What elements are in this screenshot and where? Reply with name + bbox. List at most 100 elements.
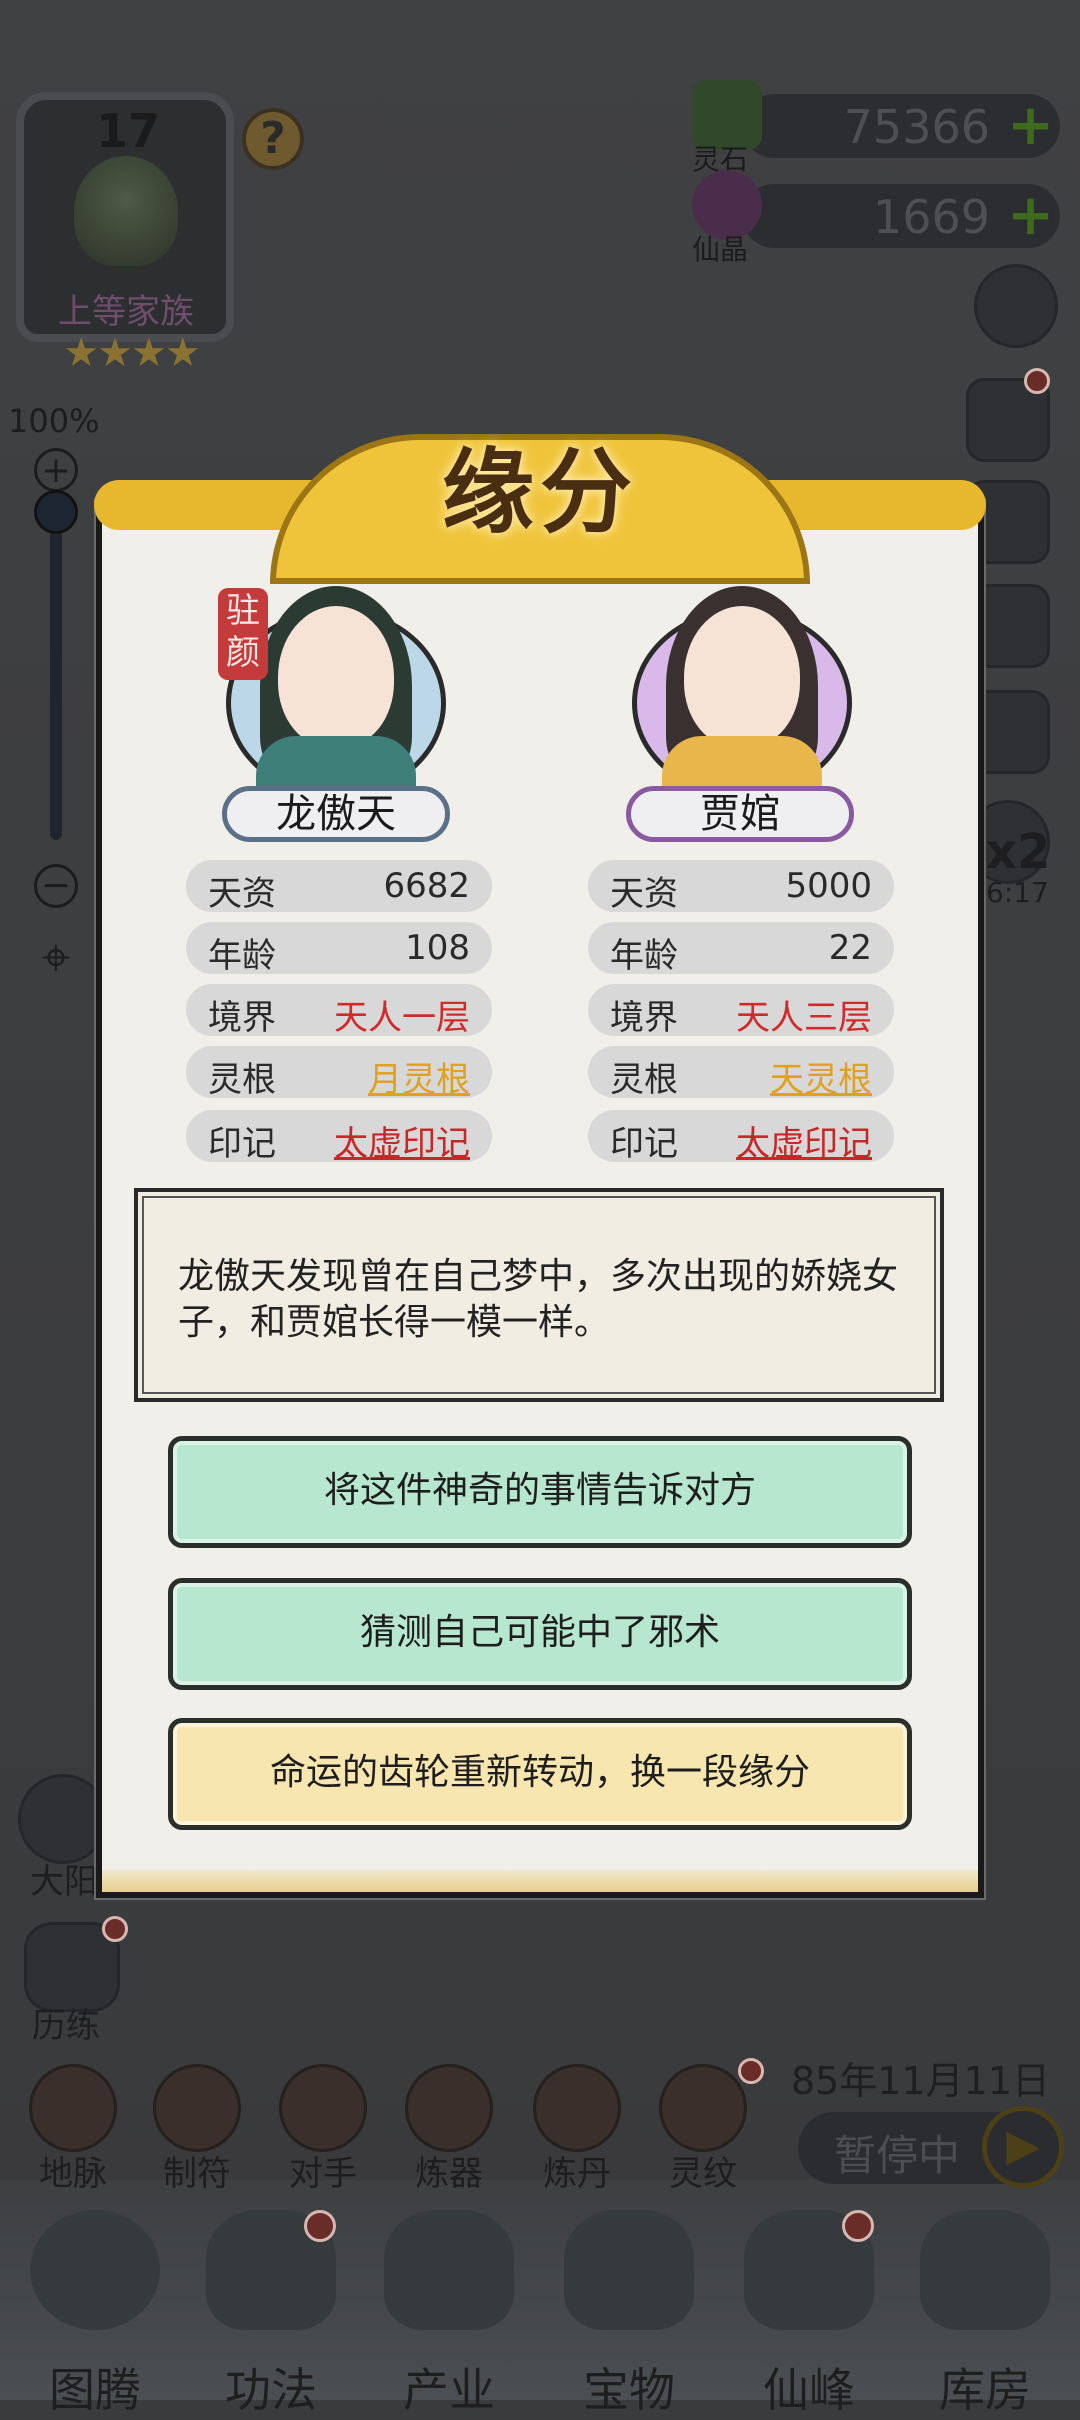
stat-value: 5000	[785, 866, 872, 906]
stat-label: 印记	[610, 1124, 678, 1164]
tab-label: 库房	[939, 2363, 1031, 2417]
pause-status: 暂停中	[834, 2131, 961, 2180]
spirit-stone-counter: 灵石 75366 +	[692, 80, 1060, 176]
stat-value: 22	[828, 928, 872, 968]
stat-age: 年龄 22	[588, 922, 894, 976]
stat-spirit-root: 灵根 月灵根	[186, 1046, 492, 1101]
alchemy-button[interactable]: 炼丹	[530, 2064, 624, 2195]
treasure-bag-icon	[920, 2210, 1050, 2330]
taiji-icon[interactable]	[18, 1774, 108, 1864]
stat-label: 灵根	[208, 1060, 276, 1100]
jade-knot-icon	[564, 2210, 694, 2330]
totem-orb-icon	[30, 2210, 160, 2330]
earth-vein-button[interactable]: 地脉	[26, 2064, 120, 2195]
stat-aptitude: 天资 5000	[588, 860, 894, 914]
button-label: 灵纹	[669, 2154, 737, 2194]
mountain-icon	[384, 2210, 514, 2330]
tab-label: 功法	[225, 2363, 317, 2417]
currency-value: 1669	[872, 190, 990, 244]
story-text-box: 龙傲天发现曾在自己梦中，多次出现的娇娆女子，和贾婠长得一模一样。	[134, 1188, 944, 1402]
training-label: 历练	[32, 2006, 100, 2046]
stat-mark: 印记 太虚印记	[186, 1110, 492, 1165]
willow-tree-icon	[74, 156, 178, 266]
youth-seal-badge: 驻颜	[218, 588, 268, 680]
stat-label: 天资	[610, 874, 678, 914]
portrait-face	[278, 606, 394, 748]
spirit-pattern-button[interactable]: 灵纹	[656, 2064, 750, 2195]
tab-industry[interactable]: 产业	[374, 2210, 524, 2417]
choice-tell-other-button[interactable]: 将这件神奇的事情告诉对方	[168, 1436, 912, 1548]
zoom-out-button[interactable]: −	[34, 864, 78, 908]
mark-link[interactable]: 太虚印记	[334, 1116, 470, 1165]
dragon-vein-icon	[29, 2064, 117, 2152]
button-label: 炼器	[415, 2154, 483, 2194]
stat-value: 天人三层	[736, 998, 872, 1038]
stat-label: 年龄	[208, 936, 276, 976]
add-spirit-stone-button[interactable]: +	[1007, 98, 1054, 154]
family-level: 17	[96, 104, 161, 158]
dialog-footer-trim	[102, 1870, 978, 1892]
side-label: 大阳	[30, 1862, 98, 1902]
stat-age: 年龄 108	[186, 922, 492, 976]
add-immortal-crystal-button[interactable]: +	[1007, 188, 1054, 244]
rival-button[interactable]: 对手	[276, 2064, 370, 2195]
button-label: 制符	[163, 2154, 231, 2194]
tab-treasure[interactable]: 宝物	[554, 2210, 704, 2417]
choice-reroll-fate-button[interactable]: 命运的齿轮重新转动，换一段缘分	[168, 1718, 912, 1830]
tab-label: 宝物	[583, 2363, 675, 2417]
dialog-title: 缘分	[441, 439, 638, 546]
tab-totem[interactable]: 图腾	[20, 2210, 170, 2417]
family-badge[interactable]: 17 上等家族 ★★★★	[16, 92, 234, 376]
stat-value: 108	[405, 928, 470, 968]
pause-control[interactable]: 暂停中 ▶	[798, 2106, 1064, 2188]
choice-suspect-curse-button[interactable]: 猜测自己可能中了邪术	[168, 1578, 912, 1690]
play-icon[interactable]: ▶	[982, 2106, 1064, 2188]
stat-realm: 境界 天人一层	[186, 984, 492, 1038]
tab-label: 产业	[403, 2363, 495, 2417]
tab-warehouse[interactable]: 库房	[910, 2210, 1060, 2417]
female-character-portrait[interactable]	[622, 580, 862, 820]
notification-dot	[1024, 368, 1050, 394]
stat-aptitude: 天资 6682	[186, 860, 492, 914]
button-label: 对手	[289, 2154, 357, 2194]
stat-value: 天人一层	[334, 998, 470, 1038]
story-text: 龙傲天发现曾在自己梦中，多次出现的娇娆女子，和贾婠长得一模一样。	[178, 1256, 899, 1343]
talisman-button[interactable]: 制符	[150, 2064, 244, 2195]
stat-label: 印记	[208, 1124, 276, 1164]
spirit-root-link[interactable]: 月灵根	[368, 1052, 470, 1101]
forge-button[interactable]: 炼器	[402, 2064, 496, 2195]
notification-dot	[842, 2210, 874, 2242]
talisman-icon	[153, 2064, 241, 2152]
title-banner: 缘分	[60, 418, 1020, 584]
game-date: 85年11月11日	[790, 2059, 1050, 2103]
notification-dot	[738, 2058, 764, 2084]
stat-label: 境界	[610, 998, 678, 1038]
currency-label: 仙晶	[692, 233, 749, 266]
locate-icon[interactable]: ⌖	[26, 928, 86, 988]
stat-label: 天资	[208, 874, 276, 914]
help-button[interactable]: ?	[242, 108, 304, 170]
family-stars: ★★★★	[63, 330, 200, 376]
cauldron-icon	[533, 2064, 621, 2152]
blueprint-icon	[405, 2064, 493, 2152]
spiral-icon	[659, 2064, 747, 2152]
mark-link[interactable]: 太虚印记	[736, 1116, 872, 1165]
notification-dot	[102, 1916, 128, 1942]
button-label: 炼丹	[543, 2154, 611, 2194]
tab-label: 仙峰	[763, 2363, 855, 2417]
tab-label: 图腾	[49, 2363, 141, 2417]
stat-value: 6682	[383, 866, 470, 906]
speed-multiplier: x2	[986, 824, 1051, 880]
stat-realm: 境界 天人三层	[588, 984, 894, 1038]
button-label: 地脉	[39, 2154, 107, 2194]
family-rank: 上等家族	[58, 292, 194, 332]
gate-icon	[279, 2064, 367, 2152]
spirit-root-link[interactable]: 天灵根	[770, 1052, 872, 1101]
immortal-crystal-counter: 仙晶 1669 +	[692, 170, 1060, 266]
currency-value: 75366	[843, 100, 990, 154]
settings-gear-icon[interactable]	[974, 264, 1058, 348]
stat-mark: 印记 太虚印记	[588, 1110, 894, 1165]
stat-label: 灵根	[610, 1060, 678, 1100]
male-character-name: 龙傲天	[222, 786, 450, 842]
notification-dot	[304, 2210, 336, 2242]
